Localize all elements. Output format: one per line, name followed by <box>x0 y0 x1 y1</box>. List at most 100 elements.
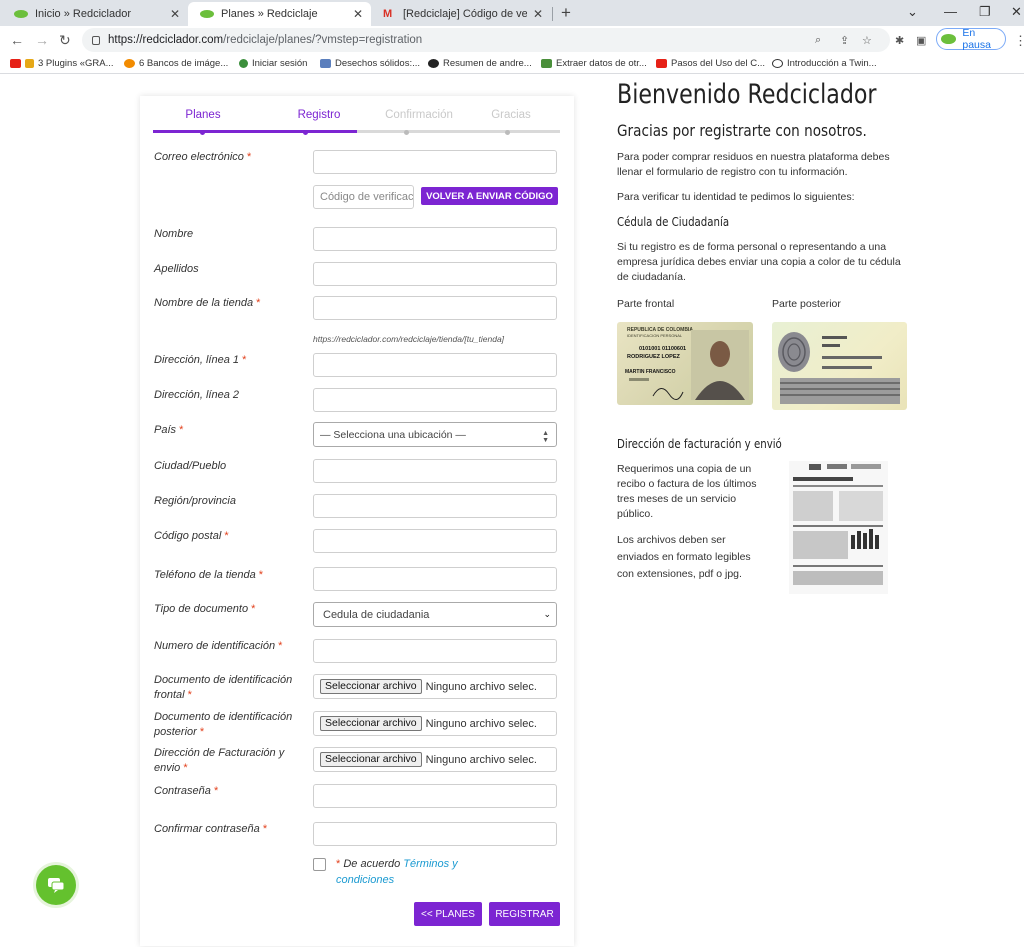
step-dot <box>404 130 409 135</box>
chevron-down-icon: ▲ ▼ <box>542 430 549 444</box>
bookmark-label: Resumen de andre... <box>443 58 532 69</box>
bookmark-label: Introducción a Twin... <box>787 58 877 69</box>
store-name-field[interactable] <box>313 296 557 320</box>
step-registro: Registro <box>297 109 341 121</box>
terms-checkbox[interactable] <box>313 858 326 871</box>
email-label: Correo electrónico * <box>154 151 252 163</box>
back-to-plans-button[interactable]: << PLANES <box>414 902 482 926</box>
bookmark-item[interactable]: Iniciar sesión <box>239 58 307 69</box>
country-label: País * <box>154 424 184 436</box>
bookmark-item[interactable]: Desechos sólidos:... <box>320 58 420 69</box>
zoom-icon[interactable]: ⌕ <box>815 34 821 47</box>
resend-code-button[interactable]: VOLVER A ENVIAR CÓDIGO <box>421 187 558 205</box>
postal-label: Código postal * <box>154 530 229 542</box>
browser-menu-icon[interactable]: ⋮ <box>1014 33 1024 49</box>
tab-inicio[interactable]: Inicio » Redciclador ✕ <box>2 2 188 26</box>
bookmark-label: Extraer datos de otr... <box>556 58 647 69</box>
region-field[interactable] <box>313 494 557 518</box>
forward-icon[interactable]: → <box>35 32 49 48</box>
address2-field[interactable] <box>313 388 557 412</box>
bookmark-star-icon[interactable]: ☆ <box>862 34 872 47</box>
minimize-icon[interactable]: — <box>944 4 957 19</box>
last-name-label: Apellidos <box>154 263 199 275</box>
extensions-icon[interactable]: ✱ <box>895 34 904 47</box>
bookmark-item[interactable]: Resumen de andre... <box>428 58 532 69</box>
city-field[interactable] <box>313 459 557 483</box>
first-name-label: Nombre <box>154 228 194 240</box>
register-button[interactable]: REGISTRAR <box>489 902 560 926</box>
bookmark-label: Pasos del Uso del C... <box>671 58 765 69</box>
registration-card: Planes Registro Confirmación Gracias Cor… <box>140 96 574 946</box>
svg-text:MARTIN FRANCISCO: MARTIN FRANCISCO <box>625 369 676 375</box>
doc-front-label: Documento de identificación frontal * <box>154 674 293 701</box>
profile-button[interactable]: En pausa <box>936 27 1006 51</box>
billing-choose-button[interactable]: Seleccionar archivo <box>320 752 422 767</box>
svg-text:RODRIGUEZ LOPEZ: RODRIGUEZ LOPEZ <box>627 354 681 360</box>
id-card-back-image <box>772 322 907 410</box>
phone-field[interactable] <box>313 567 557 591</box>
country-select[interactable]: — Selecciona una ubicación — ▲ ▼ <box>313 422 557 447</box>
tab-planes[interactable]: Planes » Redciclaje ✕ <box>188 2 371 26</box>
bookmark-label: 6 Bancos de imáge... <box>139 58 229 69</box>
country-select-value: — Selecciona una ubicación — <box>320 428 466 441</box>
tab-close-icon[interactable]: ✕ <box>353 7 363 21</box>
new-tab-icon[interactable]: + <box>561 3 571 23</box>
restore-icon[interactable]: ❐ <box>979 4 991 20</box>
tab-search-icon[interactable]: ⌄ <box>907 4 918 20</box>
doc-front-choose-button[interactable]: Seleccionar archivo <box>320 679 422 694</box>
document-icon <box>320 59 331 68</box>
confirm-password-label: Confirmar contraseña * <box>154 823 268 835</box>
step-dot <box>505 130 510 135</box>
bookmark-item[interactable]: Extraer datos de otr... <box>541 58 647 69</box>
chat-button[interactable] <box>36 865 76 905</box>
bookmark-label: 3 Plugins «GRA... <box>38 58 114 69</box>
format-text: Los archivos deben ser enviados en forma… <box>617 534 751 580</box>
tab-close-icon[interactable]: ✕ <box>533 7 543 21</box>
tab-close-icon[interactable]: ✕ <box>170 7 180 21</box>
first-name-field[interactable] <box>313 227 557 251</box>
url-field[interactable]: https://redciclador.com/redciclaje/plane… <box>82 28 890 52</box>
back-icon[interactable]: ← <box>10 32 24 48</box>
email-field[interactable] <box>313 150 557 174</box>
chevron-down-icon: ⌄ <box>543 609 551 619</box>
bookmark-item[interactable]: 6 Bancos de imáge... <box>124 58 228 69</box>
share-icon[interactable]: ⇪ <box>840 34 849 47</box>
gmail-icon: M <box>383 8 393 20</box>
unreal-icon <box>772 59 783 68</box>
side-panel-icon[interactable]: ▣ <box>916 34 926 47</box>
step-dot <box>200 130 205 135</box>
doctype-select[interactable]: Cedula de ciudadania ⌄ <box>313 602 557 627</box>
terms-agreement: * De acuerdo Términos y condiciones <box>336 858 458 886</box>
password-field[interactable] <box>313 784 557 808</box>
tab-gmail[interactable]: M [Redciclaje] Código de verificació ✕ <box>371 2 551 26</box>
reload-icon[interactable]: ↻ <box>59 32 71 49</box>
close-window-icon[interactable]: ✕ <box>1011 4 1022 20</box>
doc-back-choose-button[interactable]: Seleccionar archivo <box>320 716 422 731</box>
verification-code-field[interactable]: Código de verificac <box>313 185 414 209</box>
bookmark-item[interactable]: Introducción a Twin... <box>772 58 877 69</box>
step-confirmacion: Confirmación <box>385 109 453 121</box>
postal-field[interactable] <box>313 529 557 553</box>
svg-text:IDENTIFICACION PERSONAL: IDENTIFICACION PERSONAL <box>627 333 683 338</box>
chat-icon <box>48 878 65 893</box>
address1-field[interactable] <box>313 353 557 377</box>
tab-title: Planes » Redciclaje <box>221 8 318 20</box>
bookmark-label: Iniciar sesión <box>252 58 308 69</box>
phone-label: Teléfono de la tienda * <box>154 569 264 581</box>
doc-back-file: Seleccionar archivo Ninguno archivo sele… <box>313 711 557 736</box>
step-planes: Planes <box>185 109 221 121</box>
url-host: https://redciclador.com <box>108 34 224 46</box>
step-progress-bar <box>153 130 357 133</box>
file-status: Ninguno archivo selec. <box>425 717 537 730</box>
utility-bill-image <box>789 461 888 594</box>
store-name-label: Nombre de la tienda * <box>154 297 261 309</box>
bookmark-item[interactable]: Pasos del Uso del C... <box>656 58 765 69</box>
tab-title: [Redciclaje] Código de verificació <box>403 8 527 20</box>
last-name-field[interactable] <box>313 262 557 286</box>
id-heading: Cédula de Ciudadanía <box>617 215 730 229</box>
bookmark-item[interactable]: 3 Plugins «GRA... <box>10 58 114 69</box>
idnumber-field[interactable] <box>313 639 557 663</box>
redciclador-favicon-icon <box>200 10 214 18</box>
billing-heading: Dirección de facturación y envió <box>617 437 782 451</box>
confirm-password-field[interactable] <box>313 822 557 846</box>
